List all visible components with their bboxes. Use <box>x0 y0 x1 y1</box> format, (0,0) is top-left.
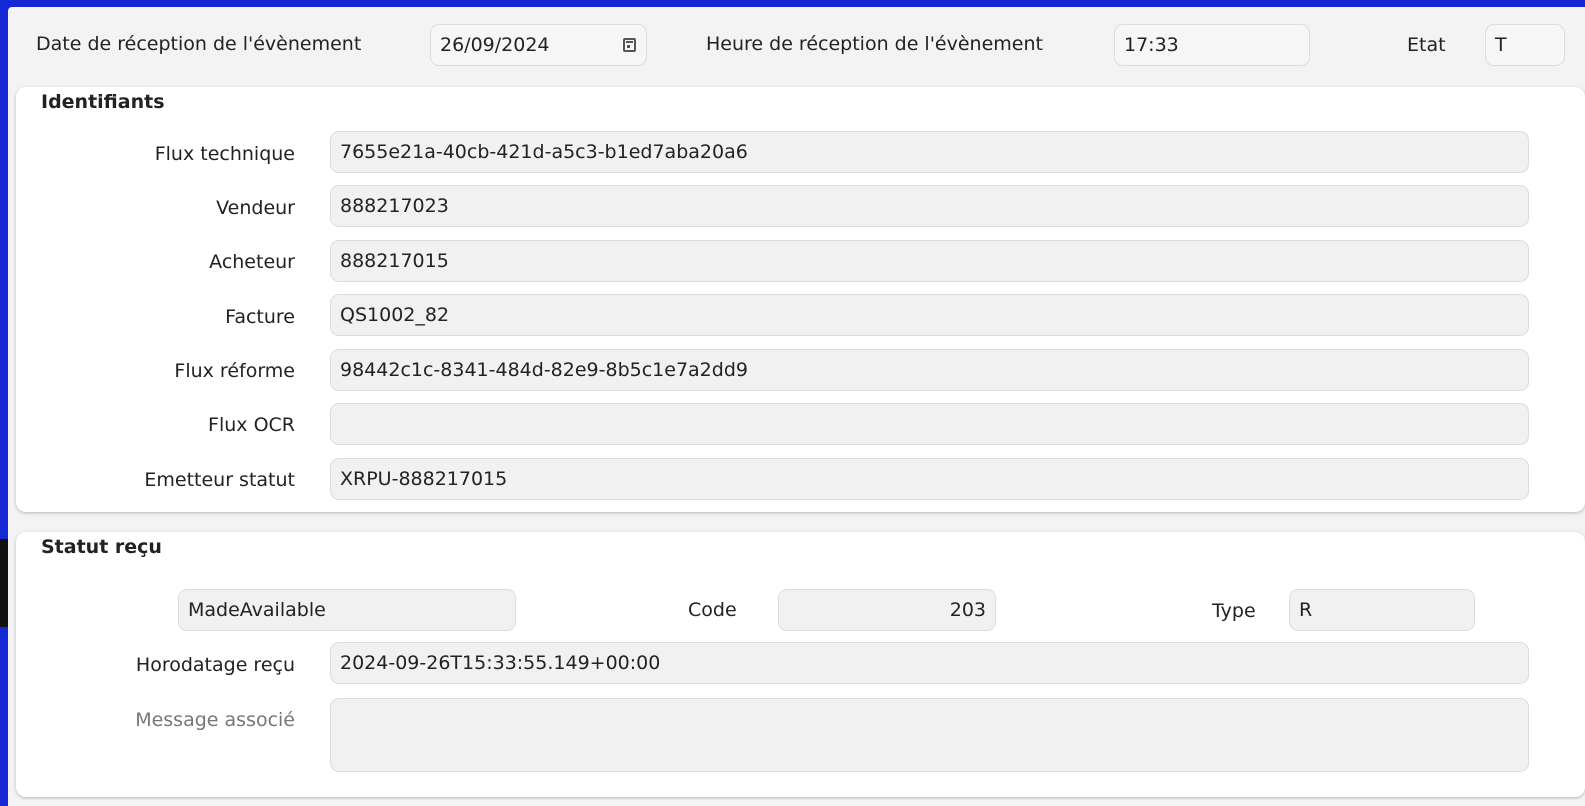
time-label: Heure de réception de l'évènement <box>706 33 1043 55</box>
type-value: R <box>1299 599 1313 621</box>
code-label: Code <box>688 599 737 621</box>
state-value: T <box>1495 34 1507 56</box>
type-field[interactable]: R <box>1289 589 1475 631</box>
timestamp-label: Horodatage reçu <box>135 654 295 676</box>
flux-ocr-field[interactable] <box>330 403 1529 445</box>
identifiants-panel: Identifiants Flux technique 7655e21a-40c… <box>16 87 1585 512</box>
state-field[interactable]: T <box>1485 24 1565 66</box>
flux-reforme-value: 98442c1c-8341-484d-82e9-8b5c1e7a2dd9 <box>340 359 748 381</box>
timestamp-value: 2024-09-26T15:33:55.149+00:00 <box>340 652 661 674</box>
acheteur-value: 888217015 <box>340 250 449 272</box>
status-value: MadeAvailable <box>188 599 326 621</box>
field-label-flux-reforme: Flux réforme <box>174 360 295 382</box>
field-label-facture: Facture <box>225 306 295 328</box>
flux-technique-value: 7655e21a-40cb-421d-a5c3-b1ed7aba20a6 <box>340 141 748 163</box>
timestamp-field[interactable]: 2024-09-26T15:33:55.149+00:00 <box>330 642 1529 684</box>
status-field[interactable]: MadeAvailable <box>178 589 516 631</box>
code-value: 203 <box>949 599 986 621</box>
field-label-vendeur: Vendeur <box>216 197 295 219</box>
field-label-emetteur-statut: Emetteur statut <box>144 469 295 491</box>
vendeur-field[interactable]: 888217023 <box>330 185 1529 227</box>
background-strip-lower <box>0 627 8 799</box>
facture-field[interactable]: QS1002_82 <box>330 294 1529 336</box>
event-form: Date de réception de l'évènement 26/09/2… <box>8 7 1585 806</box>
date-label: Date de réception de l'évènement <box>36 33 362 55</box>
emetteur-statut-value: XRPU-888217015 <box>340 468 508 490</box>
flux-reforme-field[interactable]: 98442c1c-8341-484d-82e9-8b5c1e7a2dd9 <box>330 349 1529 391</box>
calendar-icon[interactable] <box>623 38 636 52</box>
vendeur-value: 888217023 <box>340 195 449 217</box>
field-label-flux-technique: Flux technique <box>154 143 295 165</box>
date-value: 26/09/2024 <box>440 34 550 56</box>
field-label-acheteur: Acheteur <box>209 251 295 273</box>
time-value: 17:33 <box>1124 34 1179 56</box>
type-label: Type <box>1212 600 1256 622</box>
statut-title: Statut reçu <box>41 536 162 558</box>
date-field[interactable]: 26/09/2024 <box>430 24 647 66</box>
time-field[interactable]: 17:33 <box>1114 24 1310 66</box>
identifiants-title: Identifiants <box>41 91 165 113</box>
field-label-flux-ocr: Flux OCR <box>208 414 295 436</box>
event-header: Date de réception de l'évènement 26/09/2… <box>8 7 1585 87</box>
facture-value: QS1002_82 <box>340 304 450 326</box>
code-field[interactable]: 203 <box>778 589 996 631</box>
statut-panel: Statut reçu MadeAvailable Code 203 Type … <box>16 532 1585 797</box>
flux-technique-field[interactable]: 7655e21a-40cb-421d-a5c3-b1ed7aba20a6 <box>330 131 1529 173</box>
emetteur-statut-field[interactable]: XRPU-888217015 <box>330 458 1529 500</box>
message-label: Message associé <box>135 709 295 731</box>
message-field[interactable] <box>330 698 1529 772</box>
acheteur-field[interactable]: 888217015 <box>330 240 1529 282</box>
state-label: Etat <box>1407 34 1446 56</box>
